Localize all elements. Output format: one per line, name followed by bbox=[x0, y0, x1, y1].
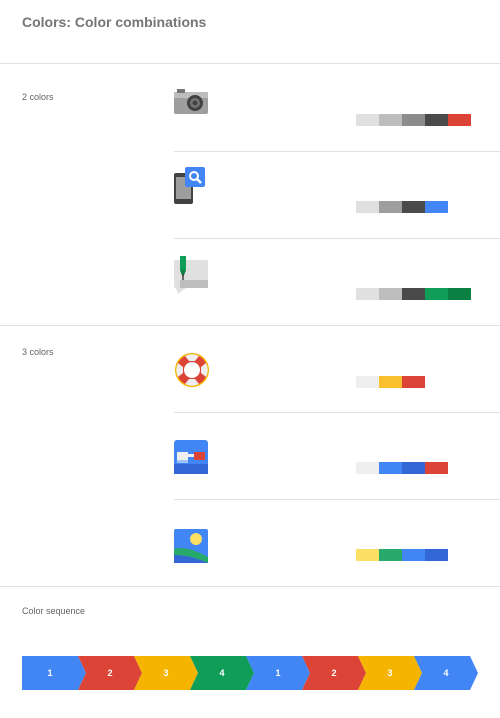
color-sequence: 1 2 3 4 1 2 3 4 bbox=[22, 656, 478, 690]
color-swatch bbox=[402, 201, 425, 213]
color-swatch bbox=[356, 549, 379, 561]
color-swatch bbox=[425, 201, 448, 213]
sequence-label: 1 bbox=[47, 668, 52, 678]
color-swatch bbox=[402, 549, 425, 561]
sequence-label: 3 bbox=[163, 668, 168, 678]
color-swatch bbox=[448, 114, 471, 126]
color-swatch bbox=[379, 462, 402, 474]
color-swatch bbox=[425, 549, 448, 561]
combination-row bbox=[174, 412, 500, 499]
swatch-strip bbox=[356, 201, 448, 213]
section-label-2-colors: 2 colors bbox=[22, 92, 54, 102]
sequence-label: 4 bbox=[443, 668, 448, 678]
swatch-strip bbox=[356, 462, 448, 474]
color-swatch bbox=[379, 114, 402, 126]
combination-row bbox=[174, 499, 500, 586]
section-label-3-colors: 3 colors bbox=[22, 347, 54, 357]
combination-row bbox=[174, 326, 500, 413]
sequence-label: 4 bbox=[219, 668, 224, 678]
color-swatch bbox=[402, 462, 425, 474]
sequence-label: 3 bbox=[387, 668, 392, 678]
color-swatch bbox=[425, 288, 448, 300]
color-swatch bbox=[379, 376, 402, 388]
color-swatch bbox=[356, 201, 379, 213]
color-swatch bbox=[356, 114, 379, 126]
color-swatch bbox=[356, 288, 379, 300]
photos-icon bbox=[174, 519, 208, 563]
combination-row bbox=[174, 64, 500, 151]
camera-icon bbox=[174, 84, 208, 118]
swatch-strip bbox=[356, 376, 425, 388]
page-title: Colors: Color combinations bbox=[22, 14, 207, 30]
color-swatch bbox=[379, 288, 402, 300]
color-swatch bbox=[448, 288, 471, 300]
sequence-label: 2 bbox=[107, 668, 112, 678]
section-label-color-sequence: Color sequence bbox=[22, 606, 86, 616]
swatch-strip bbox=[356, 288, 471, 300]
color-swatch bbox=[402, 288, 425, 300]
sequence-label: 1 bbox=[275, 668, 280, 678]
color-swatch bbox=[379, 201, 402, 213]
combination-row bbox=[174, 238, 500, 325]
color-swatch bbox=[379, 549, 402, 561]
color-swatch bbox=[402, 114, 425, 126]
swatch-strip bbox=[356, 549, 448, 561]
sequence-chevron bbox=[22, 656, 86, 690]
chat-edit-icon bbox=[174, 256, 208, 294]
phone-search-icon bbox=[174, 167, 208, 205]
lifebuoy-icon bbox=[174, 346, 209, 387]
color-swatch bbox=[356, 462, 379, 474]
swatch-strip bbox=[356, 114, 471, 126]
glasses-icon bbox=[174, 432, 208, 474]
sequence-label: 2 bbox=[331, 668, 336, 678]
color-swatch bbox=[402, 376, 425, 388]
combination-row bbox=[174, 151, 500, 238]
color-swatch bbox=[425, 114, 448, 126]
color-swatch bbox=[425, 462, 448, 474]
color-swatch bbox=[356, 376, 379, 388]
divider bbox=[0, 586, 500, 587]
